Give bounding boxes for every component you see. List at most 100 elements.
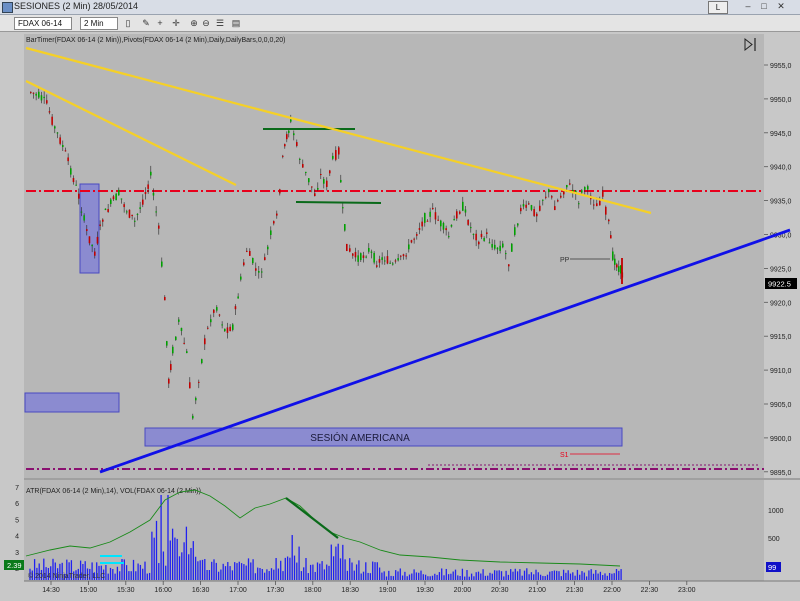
candle-body <box>54 126 56 129</box>
candle-body <box>189 382 191 389</box>
candle-body <box>207 327 209 329</box>
candle-body <box>584 187 586 190</box>
candle-body <box>56 132 59 134</box>
candle-body <box>424 213 426 223</box>
candle-body <box>475 233 477 241</box>
candle-body <box>478 241 480 245</box>
candle-body <box>448 236 450 238</box>
price-tick-label: 9915,0 <box>770 334 792 341</box>
crosshair-icon[interactable]: ✛ <box>170 17 182 29</box>
candle-body <box>456 211 458 219</box>
time-tick-label: 15:30 <box>117 587 135 594</box>
candle-body <box>308 178 310 183</box>
maximize-icon[interactable]: □ <box>758 1 770 12</box>
period-selector[interactable]: 2 Min <box>80 17 118 30</box>
candle-body <box>86 229 88 231</box>
candle-body <box>155 211 157 213</box>
candle-body <box>397 258 399 261</box>
candle-body <box>376 265 378 267</box>
pencil-icon[interactable]: ✎ <box>140 17 152 29</box>
candle-body <box>91 244 93 247</box>
price-axis <box>764 34 800 581</box>
candle-body <box>368 247 370 252</box>
candle-body <box>445 228 447 231</box>
candle-body <box>88 236 91 244</box>
candle-body <box>599 200 601 206</box>
lower-indicator-label: ATR(FDAX 06-14 (2 Min),14), VOL(FDAX 06-… <box>26 488 201 495</box>
candle-body <box>596 203 598 207</box>
candle-body <box>514 227 516 235</box>
candle-body <box>472 233 475 235</box>
zoom-out-icon[interactable]: ⊖ <box>200 17 212 29</box>
layout-button[interactable]: L <box>708 1 728 14</box>
candle-body <box>400 255 402 257</box>
candle-body <box>314 193 316 197</box>
time-tick-label: 17:30 <box>267 587 285 594</box>
candle-body <box>332 155 334 159</box>
time-tick-label: 23:00 <box>678 587 696 594</box>
candle-body <box>128 209 131 218</box>
candle-body <box>560 195 562 198</box>
candle-body <box>198 381 200 383</box>
chart-area[interactable]: BarTimer(FDAX 06-14 (2 Min)),Pivots(FDAX… <box>0 32 800 596</box>
time-axis: 14:30 15:00 15:30 16:00 16:30 17:00 17:30 18:00… <box>42 581 696 594</box>
candle-body <box>416 234 418 236</box>
candle-body <box>75 184 77 186</box>
candle-body <box>284 144 286 147</box>
candle-body <box>453 219 455 221</box>
candle-body <box>480 233 483 238</box>
time-tick-label: 22:00 <box>603 587 621 594</box>
candle-body <box>252 257 254 264</box>
data-box-icon[interactable]: ▤ <box>230 17 242 29</box>
candle-body <box>394 260 397 262</box>
candle-body <box>494 244 496 249</box>
candle-body <box>408 244 410 250</box>
candle-body <box>255 268 257 271</box>
minimize-icon[interactable]: – <box>742 1 754 12</box>
candle-body <box>354 251 357 258</box>
atr-value: 2.39 <box>7 561 22 570</box>
candle-body <box>542 199 544 201</box>
candle-body <box>80 211 83 213</box>
window-titlebar: SESIONES (2 Min) 28/05/2014 L – □ ✕ <box>0 0 800 15</box>
instrument-selector[interactable]: FDAX 06-14 <box>14 17 72 30</box>
candle-body <box>216 307 218 311</box>
candle-body <box>434 212 437 220</box>
time-tick-label: 20:30 <box>491 587 509 594</box>
candle-body <box>410 240 413 243</box>
candle-body <box>30 91 32 93</box>
candle-body <box>551 196 553 198</box>
candle-body <box>288 130 290 133</box>
candle-body <box>234 306 237 310</box>
close-icon[interactable]: ✕ <box>775 1 787 12</box>
candle-body <box>213 309 215 313</box>
candle-body <box>40 95 43 101</box>
candle-body <box>305 171 307 173</box>
candle-body <box>360 253 362 261</box>
properties-icon[interactable]: ☰ <box>214 17 226 29</box>
candle-body <box>232 324 234 330</box>
candle-body <box>536 213 538 217</box>
chart-toolbar: FDAX 06-14 2 Min ▯ ✎ + ✛ ⊕ ⊖ ☰ ▤ <box>0 15 800 32</box>
candle-body <box>450 224 453 227</box>
candle-body <box>221 324 223 326</box>
text-tool-icon[interactable]: + <box>154 17 166 29</box>
candle-body <box>67 157 69 162</box>
candle-body <box>150 171 152 176</box>
candle-body <box>46 100 48 104</box>
bar-type-icon[interactable]: ▯ <box>122 17 134 29</box>
candle-body <box>618 266 620 272</box>
candle-body <box>520 207 522 212</box>
candle-body <box>329 170 331 174</box>
indicator-label: BarTimer(FDAX 06-14 (2 Min)),Pivots(FDAX… <box>26 37 285 44</box>
price-tick-label: 9950,0 <box>770 97 792 104</box>
candle-body <box>483 238 485 241</box>
candle-body <box>612 251 614 260</box>
price-tick-label: 9955,0 <box>770 63 792 70</box>
candle-body <box>421 221 423 227</box>
candle-body <box>246 250 248 252</box>
zoom-in-icon[interactable]: ⊕ <box>188 17 200 29</box>
candle-body <box>120 198 123 200</box>
candle-body <box>530 205 533 210</box>
time-tick-label: 16:30 <box>192 587 210 594</box>
